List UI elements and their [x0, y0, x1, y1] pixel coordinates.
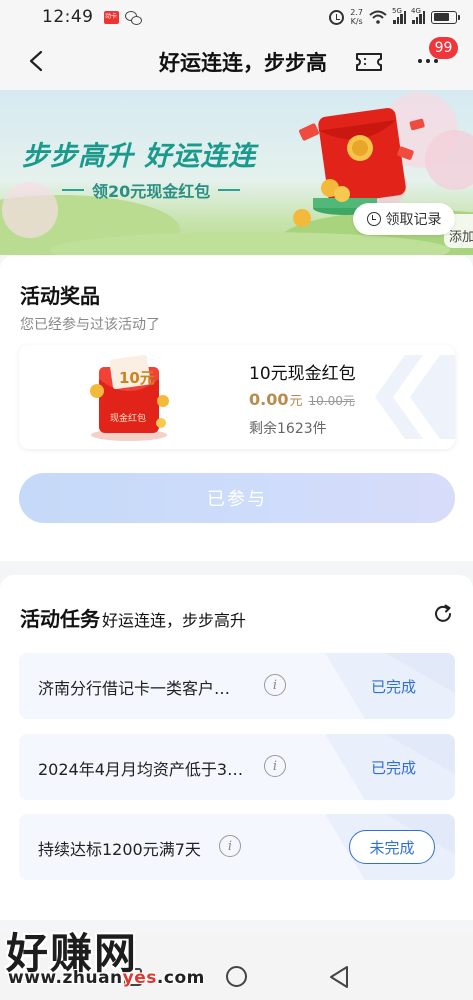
- claim-record-button[interactable]: 领取记录: [353, 203, 455, 235]
- ticket-icon[interactable]: [355, 52, 383, 72]
- prize-stock: 剩余1623件: [249, 421, 327, 437]
- prize-price-unit: 元: [289, 394, 303, 409]
- task-section-subtitle: 好运连连，步步高升: [102, 611, 247, 630]
- signal-4g-label: 4G: [411, 7, 421, 15]
- prize-section-title: 活动奖品: [20, 284, 100, 308]
- task-item-3[interactable]: 持续达标1200元满7天 i 未完成: [19, 814, 455, 880]
- watermark: 好赚网 www.zhuanyes.com: [6, 920, 204, 998]
- joined-button[interactable]: 已参与: [19, 473, 455, 523]
- task-item-2[interactable]: 2024年4月月均资产低于3… i 已完成: [19, 734, 455, 800]
- battery-icon: [431, 10, 460, 24]
- app-notification-icon: 动卡: [103, 10, 119, 24]
- info-icon[interactable]: i: [219, 835, 241, 857]
- watermark-url: www.zhuanyes.com: [8, 968, 205, 988]
- signal-5g-label: 5G: [392, 7, 402, 15]
- status-time: 12:49: [42, 7, 94, 27]
- prize-card-decoration: [375, 355, 455, 439]
- task-item-1[interactable]: 济南分行借记卡一类客户… i 已完成: [19, 653, 455, 719]
- activity-banner: 步步高升 好运连连 领20元现金红包 添加 领取记录: [0, 90, 473, 255]
- watermark-url-highlight: yes: [122, 968, 157, 988]
- network-speed-unit: K/s: [350, 17, 363, 26]
- battery-level: [433, 13, 450, 21]
- wechat-icon: [124, 10, 142, 25]
- page-title: 好运连连，步步高: [145, 47, 327, 77]
- status-notification-icons: 动卡: [103, 10, 142, 25]
- wifi-icon: [369, 10, 387, 24]
- prize-price-row: 0.00 元 10.00元: [249, 390, 355, 409]
- watermark-url-prefix: www.zhuan: [8, 968, 123, 988]
- nav-header: 好运连连，步步高 99: [0, 34, 473, 90]
- notification-badge: 99: [429, 37, 458, 59]
- more-options-icon[interactable]: [418, 59, 438, 63]
- banner-title: 步步高升 好运连连: [22, 141, 257, 172]
- participation-notice: 您已经参与过该活动了: [20, 317, 160, 333]
- task-status-2: 已完成: [371, 759, 417, 777]
- network-speed: 2.7 K/s: [350, 8, 363, 26]
- prize-image-value: 10元: [119, 369, 155, 387]
- prize-card[interactable]: 10元 现金红包 10元现金红包 0.00 元 10.00元 剩余1623件: [19, 345, 455, 449]
- prize-name: 10元现金红包: [249, 364, 356, 384]
- status-bar: 12:49 动卡 2.7 K/s 5G 4G: [0, 0, 473, 34]
- status-right-icons: 2.7 K/s 5G 4G: [329, 6, 460, 28]
- task-label-2: 2024年4月月均资产低于3…: [38, 760, 244, 779]
- task-section-title: 活动任务: [20, 607, 100, 631]
- page-title-text: 好运连连，步步高: [159, 51, 327, 75]
- banner-divider-left: [62, 189, 84, 191]
- prize-section: 活动奖品 您已经参与过该活动了 10元 现金红包 10元现金红包 0.00 元 …: [0, 255, 473, 561]
- task-status-3-button[interactable]: 未完成: [349, 830, 435, 864]
- task-label-3: 持续达标1200元满7天: [38, 840, 201, 859]
- alarm-icon: [329, 9, 345, 25]
- signal-5g-icon: 5G: [392, 7, 406, 24]
- history-clock-icon: [366, 212, 381, 226]
- banner-divider-right: [218, 189, 241, 191]
- system-back-icon[interactable]: [328, 965, 350, 989]
- home-icon[interactable]: [226, 966, 247, 987]
- task-label-1: 济南分行借记卡一类客户…: [38, 679, 231, 698]
- info-icon[interactable]: i: [264, 674, 286, 696]
- banner-subtitle-row: 领20元现金红包: [62, 178, 241, 202]
- info-icon[interactable]: i: [264, 755, 286, 777]
- refresh-icon[interactable]: [432, 603, 454, 625]
- watermark-url-suffix: .com: [156, 968, 205, 988]
- task-header: 活动任务 好运连连，步步高升: [20, 603, 246, 632]
- prize-original-price: 10.00元: [308, 394, 355, 408]
- prize-image-caption: 现金红包: [110, 414, 147, 424]
- network-speed-value: 2.7: [350, 8, 363, 17]
- prize-price: 0.00: [249, 390, 289, 409]
- banner-subtitle: 领20元现金红包: [92, 182, 211, 201]
- task-status-1: 已完成: [371, 678, 417, 696]
- add-shortcut-label: 添加: [449, 230, 473, 245]
- signal-4g-icon: 4G: [411, 7, 425, 24]
- claim-record-label: 领取记录: [385, 212, 442, 228]
- task-section: 活动任务 好运连连，步步高升 济南分行借记卡一类客户… i 已完成 2024年4…: [0, 575, 473, 920]
- back-arrow-icon[interactable]: [26, 50, 48, 72]
